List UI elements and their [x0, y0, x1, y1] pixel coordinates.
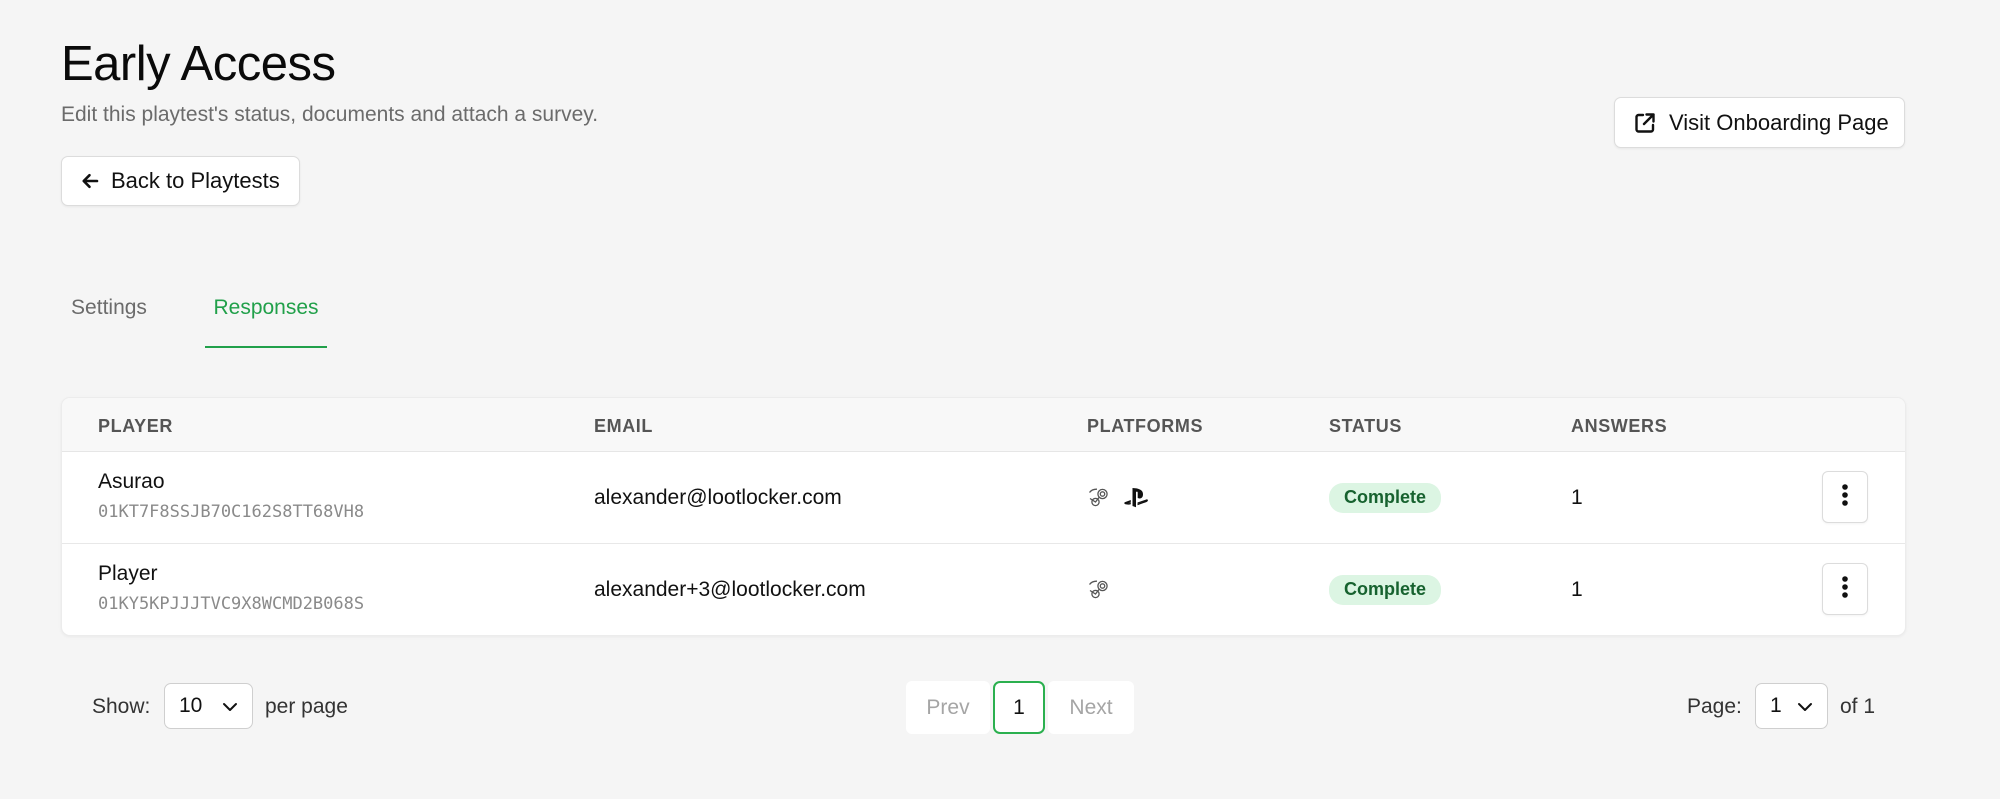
player-cell: Asurao 01KT7F8SSJB70C162S8TT68VH8 [98, 470, 364, 522]
column-header-platforms: PLATFORMS [1087, 416, 1204, 436]
tab-bar: Settings Responses [61, 280, 461, 348]
more-vertical-icon [1841, 575, 1849, 604]
player-id: 01KY5KPJJJTVC9X8WCMD2B068S [98, 594, 365, 614]
steam-icon [1087, 578, 1111, 607]
page-select-value: 1 [1770, 694, 1782, 717]
back-to-playtests-button[interactable]: Back to Playtests [61, 156, 300, 206]
playstation-icon [1123, 487, 1149, 514]
prev-page-button[interactable]: Prev [906, 681, 990, 734]
email-cell: alexander+3@lootlocker.com [594, 578, 866, 601]
responses-table: PLAYER EMAIL PLATFORMS STATUS ANSWERS As… [61, 397, 1906, 636]
steam-icon [1087, 486, 1111, 515]
column-header-email: EMAIL [594, 416, 653, 436]
status-cell: Complete [1329, 575, 1442, 605]
table-row: Asurao 01KT7F8SSJB70C162S8TT68VH8 alexan… [62, 452, 1905, 544]
row-actions-button[interactable] [1822, 563, 1868, 615]
next-page-button[interactable]: Next [1048, 681, 1134, 734]
page-1-button[interactable]: 1 [993, 681, 1045, 734]
status-cell: Complete [1329, 483, 1442, 513]
per-page-select[interactable]: 10 [164, 683, 253, 729]
page-title: Early Access [61, 37, 336, 91]
page-label: Page: [1687, 695, 1742, 718]
table-header: PLAYER EMAIL PLATFORMS STATUS ANSWERS [62, 398, 1905, 452]
visit-onboarding-page-button[interactable]: Visit Onboarding Page [1614, 97, 1905, 148]
column-header-answers: ANSWERS [1571, 416, 1668, 436]
answers-cell: 1 [1571, 578, 1583, 601]
platforms-cell [1087, 578, 1111, 607]
column-header-player: PLAYER [98, 416, 173, 436]
arrow-left-icon [81, 172, 99, 190]
column-header-status: STATUS [1329, 416, 1402, 436]
playtest-page: Early Access Edit this playtest's status… [0, 0, 2000, 799]
total-pages-label: of 1 [1840, 695, 1876, 718]
email-cell: alexander@lootlocker.com [594, 486, 842, 509]
back-button-label: Back to Playtests [111, 168, 280, 193]
player-cell: Player 01KY5KPJJJTVC9X8WCMD2B068S [98, 562, 364, 614]
player-id: 01KT7F8SSJB70C162S8TT68VH8 [98, 502, 365, 522]
player-name: Asurao [98, 470, 165, 493]
table-row: Player 01KY5KPJJJTVC9X8WCMD2B068S alexan… [62, 545, 1905, 635]
player-name: Player [98, 562, 158, 585]
per-page-value: 10 [179, 694, 203, 717]
status-badge: Complete [1329, 575, 1442, 605]
row-actions-button[interactable] [1822, 471, 1868, 523]
platforms-cell [1087, 486, 1149, 515]
status-badge: Complete [1329, 483, 1442, 513]
chevron-down-icon [1797, 694, 1813, 718]
pagination-bar: Show: 10 per page Prev 1 Next Page: 1 of… [0, 681, 2000, 734]
per-page-label: per page [265, 695, 348, 718]
show-label: Show: [92, 695, 151, 718]
answers-cell: 1 [1571, 486, 1583, 509]
tab-responses[interactable]: Responses [205, 280, 327, 348]
chevron-down-icon [222, 694, 238, 718]
page-select[interactable]: 1 [1755, 683, 1828, 729]
tab-settings[interactable]: Settings [61, 280, 157, 348]
visit-button-label: Visit Onboarding Page [1669, 109, 1889, 135]
more-vertical-icon [1841, 483, 1849, 512]
external-link-icon [1633, 111, 1657, 135]
page-subtitle: Edit this playtest's status, documents a… [61, 103, 599, 126]
